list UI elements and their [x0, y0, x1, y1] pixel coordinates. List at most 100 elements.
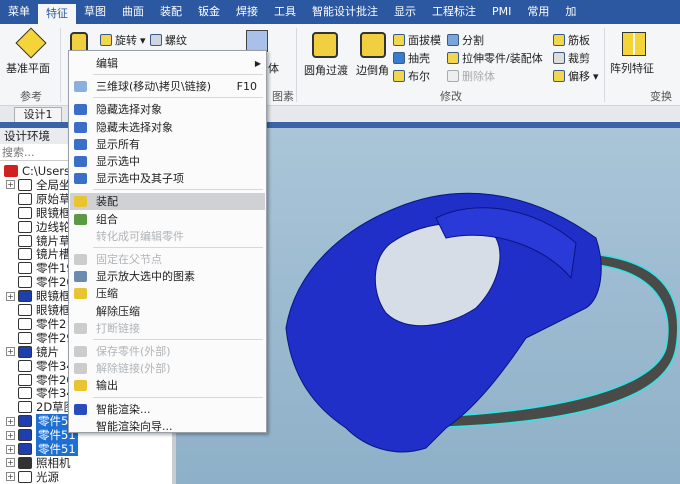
tree-item[interactable]: 镜片草 [6, 234, 71, 248]
menu-item[interactable]: 压缩 [70, 285, 265, 302]
tree-item[interactable]: + 零件51 [6, 428, 78, 443]
body-icon[interactable] [246, 30, 268, 52]
fillet-icon[interactable] [312, 32, 338, 58]
menu-item[interactable]: 转化成可编辑零件 [70, 228, 265, 245]
tree-item-label: 镜片 [36, 344, 59, 359]
datum-plane-button[interactable]: 基准平面 [6, 60, 50, 76]
tree-item[interactable]: + 眼镜框 [6, 289, 71, 303]
expand-icon[interactable]: + [6, 430, 15, 440]
tree-item[interactable]: 零件20 [6, 373, 74, 387]
tree-item[interactable]: 零件19 [6, 261, 74, 275]
menu-item[interactable]: 显示所有 [70, 136, 265, 153]
trim-button[interactable]: 裁剪 [553, 50, 590, 66]
menu-tab-7[interactable]: 工具 [266, 0, 304, 24]
light-icon [18, 470, 32, 483]
tree-item[interactable]: 眼镜框 [6, 206, 71, 220]
tree-item[interactable]: 零件2 [6, 317, 66, 331]
menu-tab-2[interactable]: 草图 [76, 0, 114, 24]
context-menu: 编辑 ▶ 三维球(移动\拷贝\链接) F10 隐藏选择对象 隐藏未选择对象 显示所有显示选中… [68, 50, 267, 433]
expand-icon[interactable]: + [6, 347, 15, 357]
pattern-button[interactable]: 阵列特征 [610, 60, 654, 76]
menu-item[interactable]: 三维球(移动\拷贝\链接) F10 [70, 78, 265, 95]
fillet-button[interactable]: 圆角过渡 [304, 62, 348, 78]
tree-item[interactable]: 镜片槽 [6, 247, 71, 261]
shell-button[interactable]: 抽壳 [393, 50, 430, 66]
tree-item[interactable]: + 光源 [6, 470, 59, 484]
menu-item[interactable]: 显示选中 [70, 153, 265, 170]
menu-item[interactable]: 智能渲染向导... [70, 418, 265, 435]
menu-item[interactable]: 打断链接 [70, 320, 265, 337]
menu-tab-13[interactable]: 加 [557, 0, 584, 24]
tree-item[interactable]: 边线轮 [6, 220, 71, 234]
boolean-button[interactable]: 布尔 [393, 68, 430, 84]
tree-item[interactable]: 零件34 [6, 359, 74, 373]
tree-item[interactable]: + 零件50 [6, 414, 78, 429]
expand-icon[interactable]: + [6, 472, 15, 482]
menu-item[interactable]: 输出 [70, 377, 265, 394]
hide-icon [74, 104, 87, 116]
thread-button[interactable]: 螺纹 [150, 32, 187, 48]
expand-icon[interactable]: + [6, 291, 15, 301]
chamfer-icon[interactable] [360, 32, 386, 58]
menu-item[interactable]: 编辑 ▶ [70, 55, 265, 72]
face-draft-button[interactable]: 面拔模 [393, 32, 441, 48]
expand-icon[interactable]: + [6, 444, 15, 454]
menu-item-label: 显示所有 [96, 137, 140, 151]
menu-item[interactable]: 装配 [70, 193, 265, 211]
pattern-icon[interactable] [622, 32, 646, 56]
offset-button[interactable]: 偏移 ▾ [553, 68, 599, 84]
zoom-icon [74, 271, 87, 283]
expand-icon[interactable]: + [6, 458, 15, 468]
tree-item[interactable]: 2D草图 [6, 400, 75, 414]
tree-item[interactable]: 原始草 [6, 192, 71, 206]
document-tab[interactable]: 设计1 [14, 107, 62, 122]
menu-item[interactable]: 隐藏选择对象 [70, 101, 265, 118]
menu-item[interactable]: 组合 [70, 211, 265, 228]
menu-item[interactable]: 智能渲染... [70, 401, 265, 418]
datum-plane-icon[interactable] [15, 27, 47, 59]
rib-button[interactable]: 筋板 [553, 32, 590, 48]
camera-icon [18, 456, 32, 469]
menu-tab-8[interactable]: 智能设计批注 [304, 0, 386, 24]
menu-item[interactable]: 固定在父节点 [70, 251, 265, 268]
chamfer-button[interactable]: 边倒角 [356, 62, 389, 78]
menu-item[interactable]: 隐藏未选择对象 [70, 119, 265, 136]
tree-item[interactable]: 零件34 [6, 386, 74, 400]
menu-tab-4[interactable]: 装配 [152, 0, 190, 24]
stretch-button[interactable]: 拉伸零件/装配体 [447, 50, 543, 66]
menu-item[interactable]: 保存零件(外部) [70, 343, 265, 360]
menu-tab-10[interactable]: 工程标注 [424, 0, 484, 24]
menu-tab-11[interactable]: PMI [484, 0, 519, 24]
tree-item[interactable]: 零件20 [6, 275, 74, 289]
menu-tab-5[interactable]: 钣金 [190, 0, 228, 24]
trim-label: 裁剪 [568, 52, 590, 65]
tree-item[interactable]: 零件29 [6, 331, 74, 345]
tree-item-label: 照相机 [36, 455, 71, 470]
menu-item[interactable]: 解除压缩 [70, 303, 265, 320]
menu-separator [93, 247, 263, 248]
menu-tab-0[interactable]: 菜单 [0, 0, 38, 24]
tree-item[interactable]: + 照相机 [6, 456, 71, 470]
delete-body-button[interactable]: 删除体 [447, 68, 495, 84]
tree-item[interactable]: + 零件51 [6, 442, 78, 456]
image-icon [18, 317, 32, 330]
menu-item[interactable]: 解除链接(外部) [70, 360, 265, 377]
menu-separator [93, 74, 263, 76]
menu-item[interactable]: 显示选中及其子项 [70, 170, 265, 187]
split-button[interactable]: 分割 [447, 32, 484, 48]
body-button[interactable]: 体 [268, 60, 279, 76]
menu-tab-6[interactable]: 焊接 [228, 0, 266, 24]
trim-icon [553, 52, 565, 64]
expand-icon[interactable]: + [6, 416, 15, 426]
menu-tab-3[interactable]: 曲面 [114, 0, 152, 24]
tree-item[interactable]: + 全局坐 [6, 178, 71, 192]
menu-tab-9[interactable]: 显示 [386, 0, 424, 24]
expand-icon[interactable]: + [6, 180, 15, 190]
rotate-button[interactable]: 旋转 ▾ [100, 32, 146, 48]
menu-item-label: 显示放大选中的图素 [96, 270, 195, 284]
menu-item[interactable]: 显示放大选中的图素 [70, 268, 265, 285]
menu-tab-1[interactable]: 特征 [38, 4, 76, 24]
tree-item[interactable]: + 镜片 [6, 345, 59, 359]
tree-item[interactable]: 眼镜框 [6, 303, 71, 317]
menu-tab-12[interactable]: 常用 [519, 0, 557, 24]
